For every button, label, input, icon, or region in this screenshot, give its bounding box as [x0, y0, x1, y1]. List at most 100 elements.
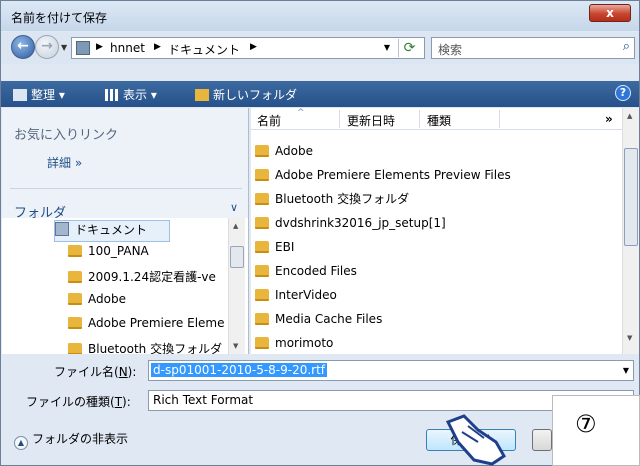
filetype-value: Rich Text Format	[153, 393, 254, 407]
breadcrumb-hnnet[interactable]: hnnet	[110, 41, 145, 55]
file-name: Bluetooth 交換フォルダ	[275, 192, 410, 206]
file-name: morimoto	[275, 336, 334, 350]
scroll-up-icon[interactable]: ▲	[233, 222, 238, 230]
title-bar[interactable]: 名前を付けて保存 x	[1, 1, 639, 31]
folder-icon	[255, 289, 269, 301]
filetype-label: ファイルの種類(T):	[26, 393, 131, 410]
history-dropdown-icon[interactable]: ▼	[61, 43, 67, 52]
folder-tree: ドキュメント 100_PANA 2009.1.24認定看護-ve Adobe A…	[2, 218, 248, 354]
sort-ascending-icon: ^	[297, 108, 305, 118]
more-columns-icon[interactable]: »	[605, 112, 613, 126]
details-link[interactable]: 詳細 »	[47, 154, 82, 171]
organize-label: 整理 ▾	[31, 88, 65, 102]
view-menu[interactable]: 表示 ▾	[105, 86, 157, 103]
tree-item-2009-nursing[interactable]: 2009.1.24認定看護-ve	[68, 268, 216, 290]
column-divider[interactable]	[339, 110, 340, 128]
file-row-encoded[interactable]: Encoded Files	[255, 259, 357, 283]
filename-label-key: N	[118, 365, 128, 379]
new-folder-icon	[195, 89, 209, 101]
column-modified[interactable]: 更新日時	[347, 112, 395, 129]
tree-item-label: Bluetooth 交換フォルダ	[88, 342, 223, 354]
column-type[interactable]: 種類	[427, 112, 451, 129]
hide-folders-label: フォルダの非表示	[32, 432, 129, 446]
file-row-adobe[interactable]: Adobe	[255, 139, 313, 163]
file-row-media-cache[interactable]: Media Cache Files	[255, 307, 382, 331]
chevron-right-icon[interactable]: ▶	[250, 42, 257, 52]
folder-icon	[255, 265, 269, 277]
chevron-down-icon[interactable]: ▼	[623, 366, 629, 375]
tree-item-label: Adobe	[88, 292, 126, 306]
filename-input[interactable]: d-sp01001-2010-5-8-9-20.rtf ▼	[148, 360, 634, 381]
address-row: ← → ▼ ▶ hnnet ▶ ドキュメント ▶ ▼ ⟳ 検索 ⌕	[1, 32, 639, 64]
file-row-premiere-preview[interactable]: Adobe Premiere Elements Preview Files	[255, 163, 511, 187]
save-as-dialog: 名前を付けて保存 x ← → ▼ ▶ hnnet ▶ ドキュメント ▶ ▼ ⟳ …	[0, 0, 640, 466]
folder-icon	[255, 337, 269, 349]
folder-icon	[68, 293, 82, 305]
organize-icon	[13, 89, 27, 101]
favorites-heading: お気に入りリンク	[14, 128, 119, 143]
filename-label: ファイル名(N):	[54, 363, 136, 380]
filetype-label-end: ):	[122, 395, 131, 409]
file-list: 名前 ^ 更新日時 種類 » Adobe Adobe Premiere Elem…	[251, 108, 639, 354]
folder-icon	[68, 271, 82, 283]
folder-icon	[255, 217, 269, 229]
help-icon[interactable]: ?	[615, 85, 631, 101]
tree-item-documents[interactable]: ドキュメント	[54, 220, 170, 242]
folder-location-icon	[76, 41, 90, 55]
navigation-pane: お気に入りリンク 詳細 » フォルダ ∨ ドキュメント 100_PANA 200…	[2, 108, 249, 354]
column-name[interactable]: 名前	[257, 112, 281, 129]
search-placeholder: 検索	[438, 43, 463, 57]
new-folder-label: 新しいフォルダ	[213, 88, 298, 102]
scroll-thumb[interactable]	[230, 246, 244, 268]
cancel-button[interactable]	[532, 429, 552, 451]
back-button[interactable]: ←	[11, 35, 35, 59]
new-folder-button[interactable]: 新しいフォルダ	[195, 86, 297, 103]
search-icon[interactable]: ⌕	[623, 39, 630, 54]
file-row-morimoto[interactable]: morimoto	[255, 331, 333, 354]
file-row-bluetooth[interactable]: Bluetooth 交換フォルダ	[255, 187, 409, 211]
breadcrumb-documents[interactable]: ドキュメント	[168, 41, 240, 58]
file-name: EBI	[275, 240, 295, 254]
column-divider[interactable]	[499, 110, 500, 128]
folder-icon	[255, 169, 269, 181]
tree-item-adobe[interactable]: Adobe	[68, 292, 126, 314]
column-divider[interactable]	[419, 110, 420, 128]
view-label: 表示 ▾	[123, 88, 157, 102]
forward-button[interactable]: →	[35, 35, 59, 59]
tree-item-label: Adobe Premiere Eleme	[88, 316, 225, 330]
folder-icon	[68, 317, 82, 329]
search-input[interactable]: 検索 ⌕	[431, 37, 635, 59]
chevron-right-icon[interactable]: ▶	[96, 42, 103, 52]
step-bracket: 「	[625, 408, 640, 445]
folder-icon	[255, 313, 269, 325]
folder-icon	[68, 343, 82, 354]
tree-item-label: 2009.1.24認定看護-ve	[88, 270, 216, 284]
file-name: InterVideo	[275, 288, 337, 302]
view-icon	[105, 89, 119, 101]
tree-item-100-pana[interactable]: 100_PANA	[68, 244, 149, 266]
step-number: ⑦	[575, 410, 597, 438]
file-list-scrollbar[interactable]: ▲ ▼	[622, 108, 639, 354]
filename-label-text: ファイル名(	[54, 365, 119, 379]
chevron-right-icon[interactable]: ▶	[154, 42, 161, 52]
scroll-up-icon[interactable]: ▲	[627, 112, 632, 120]
address-dropdown-icon[interactable]: ▼	[384, 43, 390, 52]
folder-icon	[255, 241, 269, 253]
scroll-thumb[interactable]	[624, 148, 638, 246]
scroll-down-icon[interactable]: ▼	[627, 334, 632, 342]
refresh-icon[interactable]: ⟳	[398, 39, 420, 57]
scroll-down-icon[interactable]: ▼	[233, 342, 238, 350]
hide-folders-toggle[interactable]: ▲ フォルダの非表示	[14, 430, 128, 450]
tree-item-adobe-premiere[interactable]: Adobe Premiere Eleme	[68, 316, 225, 338]
tree-scrollbar[interactable]: ▲ ▼	[228, 218, 245, 354]
tree-item-bluetooth[interactable]: Bluetooth 交換フォルダ	[68, 340, 222, 354]
chevron-down-icon[interactable]: ∨	[230, 201, 238, 214]
file-row-ebi[interactable]: EBI	[255, 235, 294, 259]
organize-menu[interactable]: 整理 ▾	[13, 86, 65, 103]
address-bar[interactable]: ▶ hnnet ▶ ドキュメント ▶ ▼ ⟳	[71, 37, 425, 59]
close-button[interactable]: x	[589, 4, 631, 22]
file-name: Media Cache Files	[275, 312, 383, 326]
file-row-intervideo[interactable]: InterVideo	[255, 283, 337, 307]
file-row-dvdshrink[interactable]: dvdshrink32016_jp_setup[1]	[255, 211, 446, 235]
column-headers: 名前 ^ 更新日時 種類 »	[251, 108, 623, 130]
